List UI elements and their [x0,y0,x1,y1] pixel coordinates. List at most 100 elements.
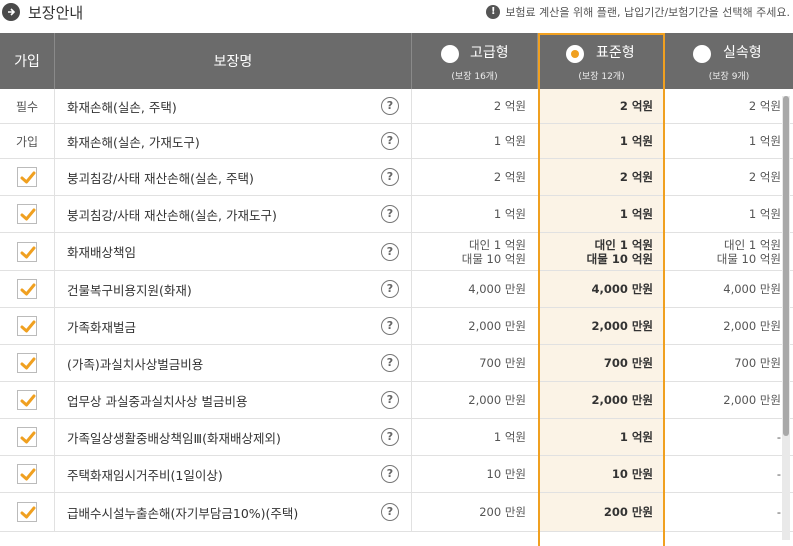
value-economy: 1 억원 [665,196,793,232]
coverage-amount: 10 만원 [486,467,526,481]
coverage-amount: 700 만원 [603,356,653,370]
coverage-amount: 대인 1 억원 [469,237,526,252]
value-standard: 700 만원 [538,345,665,381]
join-checkbox-cell [0,308,55,344]
join-checkbox[interactable] [17,279,37,299]
help-icon[interactable]: ? [381,132,399,150]
join-checkbox-cell [0,382,55,418]
join-checkbox[interactable] [17,390,37,410]
table-row: 필수 화재손해(실손, 주택)? 2 억원 2 억원 2 억원 [0,89,793,124]
coverage-table: 가입 보장명 고급형 (보장 16개) 표준형 (보장 12개) 실속형 (보장… [0,33,793,546]
value-premium: 4,000 만원 [412,271,538,307]
coverage-name: 붕괴침강/사태 재산손해(실손, 주택) [67,170,254,186]
coverage-name: 화재손해(실손, 주택) [67,99,177,115]
coverage-name-cell: 주택화재임시거주비(1일이상)? [55,456,412,492]
coverage-amount: 1 억원 [619,207,653,221]
value-premium: 200 만원 [412,493,538,531]
join-checkbox-cell [0,345,55,381]
help-icon[interactable]: ? [381,354,399,372]
join-checkbox[interactable] [17,464,37,484]
join-status: 가입 [0,124,55,158]
help-icon[interactable]: ? [381,97,399,115]
help-icon[interactable]: ? [381,280,399,298]
help-icon[interactable]: ? [381,168,399,186]
coverage-amount: 대인 1 억원 [594,237,653,252]
value-premium: 2,000 만원 [412,308,538,344]
join-checkbox[interactable] [17,353,37,373]
coverage-name: 화재손해(실손, 가재도구) [67,134,200,150]
coverage-amount: 1 억원 [748,207,781,221]
join-checkbox[interactable] [17,204,37,224]
coverage-amount: 1 억원 [493,134,526,148]
table-row: 급배수시설누출손해(자기부담금10%)(주택)? 200 만원 200 만원 - [0,493,793,532]
table-header: 가입 보장명 고급형 (보장 16개) 표준형 (보장 12개) 실속형 (보장… [0,33,793,89]
coverage-amount: 4,000 만원 [591,282,653,296]
coverage-amount: 2 억원 [493,99,526,113]
help-icon[interactable]: ? [381,242,399,261]
coverage-name-cell: 화재손해(실손, 주택)? [55,89,412,123]
help-icon[interactable]: ? [381,465,399,483]
scrollbar[interactable] [782,96,790,540]
coverage-amount: 대물 10 억원 [586,251,653,266]
coverage-amount: 200 만원 [479,505,526,519]
radio-economy[interactable] [693,45,711,63]
join-checkbox[interactable] [17,502,37,522]
help-icon[interactable]: ? [381,205,399,223]
coverage-name-cell: 붕괴침강/사태 재산손해(실손, 가재도구)? [55,196,412,232]
coverage-name: 건물복구비용지원(화재) [67,282,192,298]
value-economy: 700 만원 [665,345,793,381]
coverage-name: (가족)과실치사상벌금비용 [67,356,204,372]
value-standard: 대인 1 억원 대물 10 억원 [538,233,665,270]
coverage-name: 화재배상책임 [67,245,137,260]
coverage-amount: 2 억원 [748,99,781,113]
coverage-amount: 2,000 만원 [723,393,781,407]
coverage-name-cell: 화재배상책임? [55,233,412,270]
coverage-amount: 4,000 만원 [468,282,526,296]
coverage-name-cell: 업무상 과실중과실치사상 벌금비용? [55,382,412,418]
table-row: 붕괴침강/사태 재산손해(실손, 주택)? 2 억원 2 억원 2 억원 [0,159,793,196]
table-row: (가족)과실치사상벌금비용? 700 만원 700 만원 700 만원 [0,345,793,382]
coverage-amount: 2 억원 [493,170,526,184]
radio-standard[interactable] [566,45,584,63]
value-standard: 10 만원 [538,456,665,492]
join-checkbox-cell [0,271,55,307]
plan-standard[interactable]: 표준형 (보장 12개) [538,33,665,89]
value-premium: 1 억원 [412,124,538,158]
value-economy: 2 억원 [665,89,793,123]
join-checkbox[interactable] [17,316,37,336]
header-coverage-name: 보장명 [55,33,412,89]
coverage-name-cell: 급배수시설누출손해(자기부담금10%)(주택)? [55,493,412,531]
value-standard: 4,000 만원 [538,271,665,307]
scrollbar-thumb[interactable] [783,96,789,436]
plan-premium[interactable]: 고급형 (보장 16개) [412,33,538,89]
join-checkbox-cell [0,493,55,531]
radio-premium[interactable] [441,45,459,63]
join-checkbox-cell [0,233,55,270]
coverage-amount: 200 만원 [603,505,653,519]
table-row: 주택화재임시거주비(1일이상)? 10 만원 10 만원 - [0,456,793,493]
value-premium: 대인 1 억원 대물 10 억원 [412,233,538,270]
value-economy: - [665,456,793,492]
help-icon[interactable]: ? [381,428,399,446]
plan-count-standard: (보장 12개) [578,72,625,82]
value-standard: 2,000 만원 [538,382,665,418]
help-icon[interactable]: ? [381,391,399,409]
table-row: 가족화재벌금? 2,000 만원 2,000 만원 2,000 만원 [0,308,793,345]
value-standard: 1 억원 [538,196,665,232]
value-economy: 2 억원 [665,159,793,195]
join-checkbox[interactable] [17,167,37,187]
join-status: 필수 [0,89,55,123]
coverage-amount: 700 만원 [734,356,781,370]
value-economy: - [665,493,793,531]
join-checkbox[interactable] [17,241,37,262]
help-icon[interactable]: ? [381,317,399,335]
coverage-name-cell: (가족)과실치사상벌금비용? [55,345,412,381]
coverage-amount: - [776,467,781,481]
notice: ! 보험료 계산을 위해 플랜, 납입기간/보험기간을 선택해 주세요. [486,4,790,20]
value-standard: 2,000 만원 [538,308,665,344]
value-economy: 2,000 만원 [665,308,793,344]
coverage-name-cell: 화재손해(실손, 가재도구)? [55,124,412,158]
join-checkbox[interactable] [17,427,37,447]
help-icon[interactable]: ? [381,503,399,521]
plan-economy[interactable]: 실속형 (보장 9개) [665,33,793,89]
